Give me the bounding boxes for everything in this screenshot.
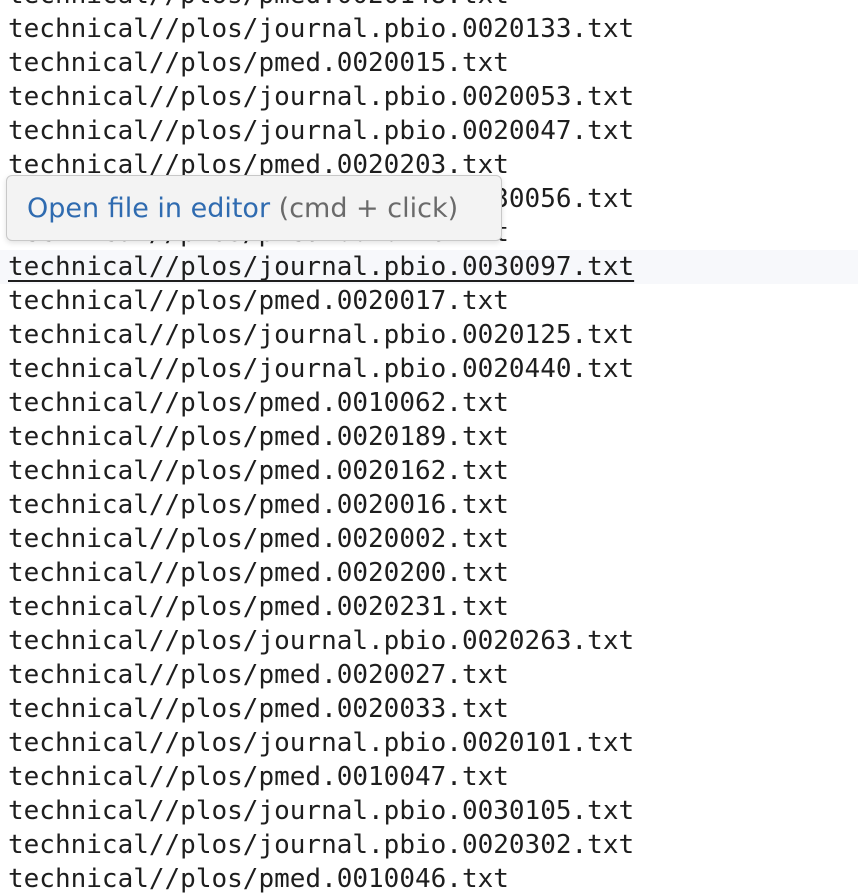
terminal-line[interactable]: technical//plos/journal.pbio.0020440.txt — [0, 352, 858, 386]
terminal-line[interactable]: technical//plos/pmed.0020189.txt — [0, 420, 858, 454]
file-path-link[interactable]: technical//plos/journal.pbio.0020125.txt — [8, 320, 634, 350]
file-path-link[interactable]: technical//plos/journal.pbio.0020263.txt — [8, 626, 634, 656]
terminal-line[interactable]: technical//plos/pmed.0020231.txt — [0, 590, 858, 624]
file-path-link[interactable]: technical//plos/journal.pbio.0020302.txt — [8, 830, 634, 860]
terminal-lines: technical//plos/pmed.0020148.txt technica… — [0, 0, 858, 896]
terminal-line[interactable]: technical//plos/pmed.0010047.txt — [0, 760, 858, 794]
terminal-line[interactable]: technical//plos/journal.pbio.0020125.txt — [0, 318, 858, 352]
terminal-line[interactable]: technical//plos/journal.pbio.0030105.txt — [0, 794, 858, 828]
file-path-link[interactable]: technical//plos/pmed.0020027.txt — [8, 660, 509, 690]
terminal-line[interactable]: technical//plos/pmed.0020148.txt — [0, 0, 858, 12]
terminal-line[interactable]: technical//plos/journal.pbio.0020302.txt — [0, 828, 858, 862]
file-path-link[interactable]: technical//plos/pmed.0010047.txt — [8, 762, 509, 792]
terminal-line[interactable]: technical//plos/journal.pbio.0020047.txt — [0, 114, 858, 148]
terminal-line[interactable]: technical//plos/journal.pbio.0020263.txt — [0, 624, 858, 658]
file-path-link[interactable]: technical//plos/pmed.0010062.txt — [8, 388, 509, 418]
terminal-line[interactable]: technical//plos/journal.pbio.0020133.txt — [0, 12, 858, 46]
file-path-link[interactable]: technical//plos/pmed.0020015.txt — [8, 48, 509, 78]
file-path-link[interactable]: technical//plos/journal.pbio.0020440.txt — [8, 354, 634, 384]
file-path-link[interactable]: technical//plos/pmed.0020148.txt — [8, 0, 509, 10]
file-path-link[interactable]: technical//plos/pmed.0020017.txt — [8, 286, 509, 316]
terminal-line[interactable]: technical//plos/pmed.0020016.txt — [0, 488, 858, 522]
file-path-link[interactable]: technical//plos/pmed.0020016.txt — [8, 490, 509, 520]
terminal-line[interactable]: technical//plos/pmed.0020002.txt — [0, 522, 858, 556]
link-hover-tooltip: Open file in editor (cmd + click) — [6, 175, 502, 241]
file-path-link[interactable]: technical//plos/pmed.0020189.txt — [8, 422, 509, 452]
terminal-line[interactable]: technical//plos/pmed.0020200.txt — [0, 556, 858, 590]
file-path-link[interactable]: technical//plos/pmed.0010046.txt — [8, 864, 509, 894]
modifier-hint: (cmd + click) — [278, 193, 459, 224]
file-path-link[interactable]: technical//plos/journal.pbio.0020133.txt — [8, 14, 634, 44]
terminal-output[interactable]: technical//plos/pmed.0020148.txt technica… — [0, 0, 858, 896]
file-path-link[interactable]: technical//plos/pmed.0020033.txt — [8, 694, 509, 724]
terminal-line[interactable]: technical//plos/journal.pbio.0020053.txt — [0, 80, 858, 114]
open-file-in-editor-link[interactable]: Open file in editor — [27, 193, 270, 224]
terminal-line[interactable]: technical//plos/pmed.0020033.txt — [0, 692, 858, 726]
file-path-link[interactable]: technical//plos/journal.pbio.0030105.txt — [8, 796, 634, 826]
terminal-line[interactable]: technical//plos/journal.pbio.0030097.txt — [0, 250, 858, 284]
terminal-line[interactable]: technical//plos/pmed.0020027.txt — [0, 658, 858, 692]
terminal-line[interactable]: technical//plos/pmed.0020015.txt — [0, 46, 858, 80]
file-path-link[interactable]: technical//plos/journal.pbio.0020047.txt — [8, 116, 634, 146]
file-path-link[interactable]: technical//plos/journal.pbio.0020053.txt — [8, 82, 634, 112]
file-path-link[interactable]: technical//plos/journal.pbio.0020101.txt — [8, 728, 634, 758]
file-path-link[interactable]: technical//plos/pmed.0020162.txt — [8, 456, 509, 486]
terminal-line[interactable]: technical//plos/pmed.0010062.txt — [0, 386, 858, 420]
file-path-link[interactable]: technical//plos/pmed.0020002.txt — [8, 524, 509, 554]
file-path-link[interactable]: technical//plos/pmed.0020231.txt — [8, 592, 509, 622]
terminal-line[interactable]: technical//plos/pmed.0010046.txt — [0, 862, 858, 896]
file-path-link[interactable]: technical//plos/pmed.0020200.txt — [8, 558, 509, 588]
terminal-line[interactable]: technical//plos/journal.pbio.0020101.txt — [0, 726, 858, 760]
terminal-line[interactable]: technical//plos/pmed.0020162.txt — [0, 454, 858, 488]
terminal-line[interactable]: technical//plos/pmed.0020017.txt — [0, 284, 858, 318]
file-path-link[interactable]: technical//plos/journal.pbio.0030097.txt — [8, 252, 634, 282]
